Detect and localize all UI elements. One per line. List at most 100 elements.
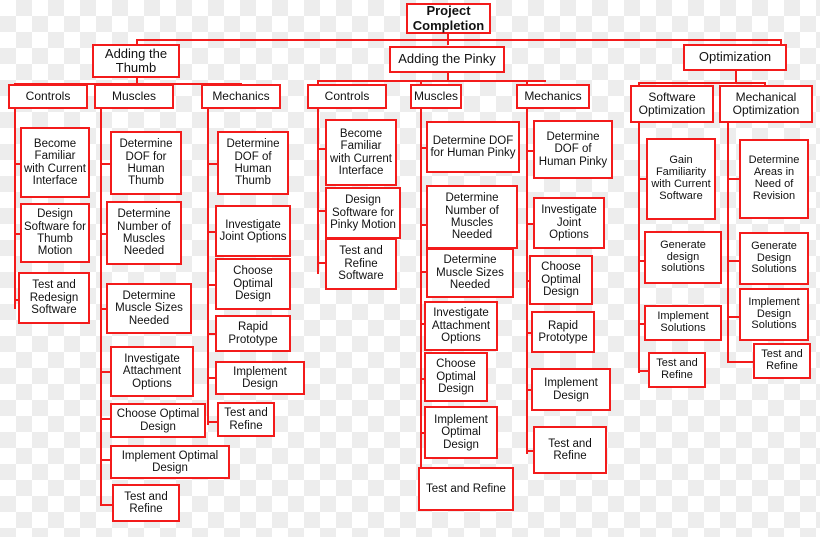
node-label: Muscles [111, 89, 156, 104]
task-label: Choose Optimal Design [541, 261, 581, 299]
task-label: Test and Refine [124, 490, 168, 515]
task-node[interactable]: Implement Design [215, 361, 305, 395]
task-label: Implement Design [233, 365, 287, 390]
task-label: Investigate Joint Options [541, 204, 597, 242]
task-label: Investigate Attachment Options [122, 352, 182, 390]
connector-pinky-bus [317, 80, 546, 82]
task-label: Determine DOF of Human Thumb [226, 138, 280, 188]
node-adding-the-thumb[interactable]: Adding the Thumb [92, 44, 180, 78]
node-software-optimization[interactable]: Software Optimization [630, 85, 714, 123]
node-label: Controls [25, 89, 71, 104]
task-node[interactable]: Test and Refine [418, 467, 514, 511]
node-mechanical-optimization[interactable]: Mechanical Optimization [719, 85, 813, 123]
task-label: Test and Refine [761, 348, 803, 372]
node-label: Software Optimization [638, 90, 706, 117]
task-label: Test and Refine [548, 437, 592, 462]
task-label: Choose Optimal Design [233, 265, 273, 303]
task-node[interactable]: Choose Optimal Design [110, 403, 206, 438]
task-label: Investigate Joint Options [219, 218, 287, 243]
task-node[interactable]: Test and Refine [112, 484, 180, 522]
task-node[interactable]: Implement Design [531, 368, 611, 411]
node-label: Controls [324, 89, 370, 104]
task-node[interactable]: Determine Muscle Sizes Needed [106, 283, 192, 334]
task-node[interactable]: Implement Optimal Design [424, 406, 498, 459]
node-thumb-controls[interactable]: Controls [8, 84, 88, 109]
task-label: Implement Optimal Design [121, 449, 219, 474]
task-label: Implement Solutions [657, 310, 709, 334]
task-label: Design Software for Thumb Motion [24, 208, 86, 258]
task-label: Test and Redesign Software [29, 279, 79, 317]
task-node[interactable]: Become Familiar with Current Interface [325, 119, 397, 186]
task-node[interactable]: Implement Design Solutions [739, 288, 809, 341]
node-label: Mechanical Optimization [732, 90, 800, 117]
task-node[interactable]: Become Familiar with Current Interface [20, 127, 90, 198]
task-label: Design Software for Pinky Motion [330, 194, 396, 232]
node-optimization[interactable]: Optimization [683, 44, 787, 71]
node-thumb-mechanics[interactable]: Mechanics [201, 84, 281, 109]
node-label: Adding the Pinky [398, 51, 496, 67]
task-label: Determine Number of Muscles Needed [117, 208, 171, 258]
task-node[interactable]: Test and Redesign Software [18, 272, 90, 324]
node-project-completion[interactable]: Project Completion [406, 3, 491, 34]
task-node[interactable]: Choose Optimal Design [424, 352, 488, 402]
node-pinky-controls[interactable]: Controls [307, 84, 387, 109]
task-node[interactable]: Determine DOF for Human Pinky [426, 121, 520, 173]
task-node[interactable]: Design Software for Pinky Motion [325, 187, 401, 239]
task-label: Implement Design [544, 377, 598, 402]
node-pinky-muscles[interactable]: Muscles [410, 84, 462, 109]
node-label: Adding the Thumb [104, 45, 168, 75]
node-pinky-mechanics[interactable]: Mechanics [516, 84, 590, 109]
task-node[interactable]: Test and Refine Software [325, 238, 397, 290]
node-label: Optimization [698, 49, 772, 65]
task-node[interactable]: Implement Optimal Design [110, 445, 230, 479]
task-node[interactable]: Choose Optimal Design [215, 258, 291, 310]
task-node[interactable]: Generate Design Solutions [739, 232, 809, 285]
task-label: Gain Familiarity with Current Software [651, 154, 711, 202]
task-node[interactable]: Generate design solutions [644, 231, 722, 284]
task-node[interactable]: Choose Optimal Design [529, 255, 593, 305]
task-node[interactable]: Investigate Joint Options [215, 205, 291, 257]
task-node[interactable]: Rapid Prototype [215, 315, 291, 352]
task-node[interactable]: Test and Refine [753, 343, 811, 379]
task-node[interactable]: Determine DOF for Human Thumb [110, 131, 182, 195]
task-node[interactable]: Test and Refine [533, 426, 607, 474]
task-node[interactable]: Determine Number of Muscles Needed [106, 201, 182, 265]
task-label: Become Familiar with Current Interface [24, 137, 86, 187]
node-adding-the-pinky[interactable]: Adding the Pinky [389, 46, 505, 73]
task-label: Rapid Prototype [538, 319, 588, 344]
task-node[interactable]: Rapid Prototype [531, 311, 595, 353]
task-node[interactable]: Test and Refine [217, 402, 275, 437]
task-label: Generate design solutions [660, 238, 706, 275]
task-label: Determine Muscle Sizes Needed [436, 254, 504, 292]
connector-branch2-drop [447, 39, 449, 45]
task-label: Test and Refine Software [338, 245, 384, 283]
task-node[interactable]: Determine DOF of Human Thumb [217, 131, 289, 195]
task-node[interactable]: Determine Areas in Need of Revision [739, 139, 809, 219]
task-node[interactable]: Determine Muscle Sizes Needed [426, 248, 514, 298]
task-node[interactable]: Gain Familiarity with Current Software [646, 138, 716, 220]
connector-mechanical-opt-spine [727, 123, 729, 363]
task-node[interactable]: Investigate Attachment Options [110, 346, 194, 397]
task-label: Determine DOF for Human Thumb [119, 138, 173, 188]
node-label: Muscles [414, 89, 459, 104]
task-label: Test and Refine [426, 482, 506, 495]
task-node[interactable]: Determine DOF of Human Pinky [533, 120, 613, 179]
task-node[interactable]: Design Software for Thumb Motion [20, 203, 90, 263]
task-label: Determine Muscle Sizes Needed [115, 289, 183, 327]
connector-optimization-bus [638, 82, 766, 84]
task-node[interactable]: Implement Solutions [644, 305, 722, 341]
connector-thumb-controls-spine [14, 109, 16, 309]
task-label: Implement Design Solutions [748, 295, 800, 332]
task-label: Choose Optimal Design [436, 358, 476, 396]
node-label: Mechanics [212, 89, 270, 104]
task-label: Determine Number of Muscles Needed [445, 192, 499, 242]
node-thumb-muscles[interactable]: Muscles [94, 84, 174, 109]
task-node[interactable]: Investigate Joint Options [533, 197, 605, 249]
task-node[interactable]: Determine Number of Muscles Needed [426, 185, 518, 249]
task-node[interactable]: Test and Refine [648, 352, 706, 388]
task-node[interactable]: Investigate Attachment Options [424, 301, 498, 351]
task-label: Rapid Prototype [228, 321, 278, 346]
task-label: Generate Design Solutions [751, 239, 797, 276]
connector-stub [638, 370, 648, 372]
connector-root-bus [136, 39, 782, 41]
